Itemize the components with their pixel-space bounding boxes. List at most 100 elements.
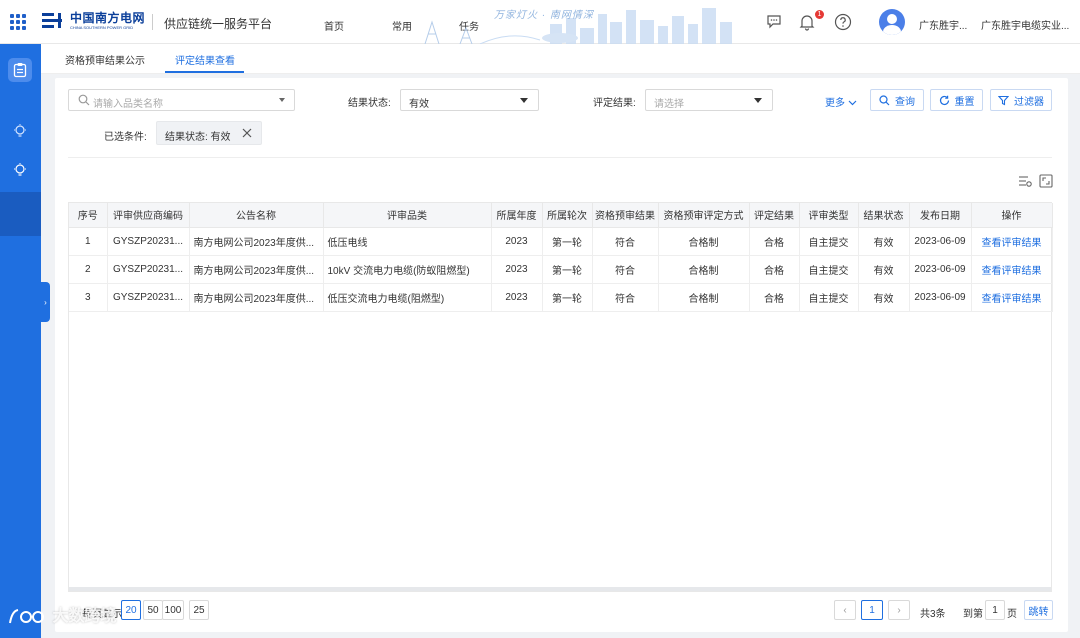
- column-header[interactable]: 资格预审结果: [592, 203, 659, 228]
- cell-result: 合格: [749, 283, 800, 312]
- prev-page-button[interactable]: ‹: [834, 600, 856, 620]
- column-header[interactable]: 评审供应商编码: [107, 203, 190, 228]
- reset-button[interactable]: 重置: [930, 89, 983, 111]
- cell-category: 10kV 交流电力电缆(防蚁阻燃型): [323, 255, 492, 284]
- cell-round: 第一轮: [542, 255, 593, 284]
- column-header[interactable]: 公告名称: [189, 203, 324, 228]
- view-result-link[interactable]: 查看评审结果: [971, 227, 1053, 256]
- table-row[interactable]: 3 GYSZP20231... 南方电网公司2023年度供... 低压交流电力电…: [69, 283, 1053, 312]
- view-result-link[interactable]: 查看评审结果: [971, 255, 1053, 284]
- jump-button[interactable]: 跳转: [1024, 600, 1053, 620]
- app-grid-icon[interactable]: [10, 14, 26, 30]
- cell-date: 2023-06-09: [909, 283, 972, 312]
- next-page-button[interactable]: ›: [888, 600, 910, 620]
- page-size-option[interactable]: 20: [121, 600, 141, 620]
- horizontal-scrollbar[interactable]: [69, 587, 1051, 591]
- status-filter-label: 结果状态:: [348, 98, 391, 109]
- results-table-container: 序号 评审供应商编码 公告名称 评审品类 所属年度 所属轮次 资格预审结果 资格…: [68, 202, 1053, 592]
- search-icon: [78, 94, 90, 109]
- search-placeholder: 请输入品类名称: [93, 99, 163, 110]
- logo-divider: [152, 14, 153, 30]
- cell-result: 合格: [749, 255, 800, 284]
- caret-down-icon: [754, 98, 762, 103]
- view-result-link[interactable]: 查看评审结果: [971, 283, 1053, 312]
- banner-slogan: 万家灯火 · 南网情深: [494, 10, 594, 21]
- close-icon[interactable]: [241, 127, 253, 142]
- filter-divider: [68, 157, 1052, 158]
- column-header[interactable]: 结果状态: [858, 203, 910, 228]
- help-icon[interactable]: [834, 13, 852, 34]
- sidebar-active-item[interactable]: [0, 192, 41, 236]
- column-header[interactable]: 评审品类: [323, 203, 492, 228]
- notification-badge: 1: [815, 10, 824, 19]
- search-icon: [879, 94, 890, 105]
- nav-common[interactable]: 常用: [392, 18, 412, 33]
- table-row[interactable]: 2 GYSZP20231... 南方电网公司2023年度供... 10kV 交流…: [69, 255, 1053, 284]
- column-header[interactable]: 发布日期: [909, 203, 972, 228]
- cell-year: 2023: [491, 227, 543, 256]
- table-row[interactable]: 1 GYSZP20231... 南方电网公司2023年度供... 低压电线 20…: [69, 227, 1053, 256]
- cell-prequal-result: 符合: [592, 227, 659, 256]
- chevron-right-icon: ›: [897, 604, 901, 616]
- page-unit: 页: [1007, 609, 1017, 620]
- column-settings-icon[interactable]: [1018, 174, 1032, 191]
- refresh-icon: [939, 95, 949, 105]
- page-size-option[interactable]: 25: [189, 600, 209, 620]
- column-header[interactable]: 操作: [971, 203, 1053, 228]
- top-bar: 中国南方电网 CHINA SOUTHERN POWER GRID 供应链统一服务…: [0, 0, 1080, 44]
- fullscreen-icon[interactable]: [1039, 174, 1053, 191]
- cell-notice-name: 南方电网公司2023年度供...: [189, 283, 324, 312]
- cell-method: 合格制: [658, 227, 750, 256]
- cell-prequal-result: 符合: [592, 283, 659, 312]
- results-table: 序号 评审供应商编码 公告名称 评审品类 所属年度 所属轮次 资格预审结果 资格…: [69, 203, 1053, 312]
- cell-review-type: 自主提交: [799, 227, 859, 256]
- platform-name: 供应链统一服务平台: [164, 17, 273, 31]
- sidebar-expand-toggle[interactable]: ›: [41, 282, 50, 322]
- column-header[interactable]: 序号: [69, 203, 108, 228]
- cell-review-type: 自主提交: [799, 255, 859, 284]
- user-name[interactable]: 广东胜宇...: [919, 17, 967, 32]
- column-header[interactable]: 评审类型: [799, 203, 859, 228]
- result-select[interactable]: 请选择: [645, 89, 773, 111]
- clipboard-icon[interactable]: [8, 58, 32, 82]
- filter-button[interactable]: 过滤器: [990, 89, 1052, 111]
- lightbulb-icon[interactable]: [8, 119, 32, 143]
- cell-date: 2023-06-09: [909, 227, 972, 256]
- column-header[interactable]: 所属年度: [491, 203, 543, 228]
- status-select[interactable]: 有效: [400, 89, 539, 111]
- watermark-logo-icon: [9, 608, 44, 623]
- tab-prequal-results[interactable]: 资格预审结果公示: [65, 52, 145, 67]
- goto-page-input[interactable]: 1: [985, 600, 1005, 620]
- caret-down-icon: [520, 98, 528, 103]
- logo-en-text: CHINA SOUTHERN POWER GRID: [70, 25, 134, 30]
- user-avatar[interactable]: [879, 9, 905, 35]
- tab-evaluation-results[interactable]: 评定结果查看: [175, 52, 235, 67]
- cell-date: 2023-06-09: [909, 255, 972, 284]
- chevron-down-icon: [848, 100, 857, 106]
- page-size-option[interactable]: 100: [162, 600, 184, 620]
- cell-round: 第一轮: [542, 227, 593, 256]
- lightbulb-active-icon[interactable]: [8, 158, 32, 182]
- cell-method: 合格制: [658, 255, 750, 284]
- query-button[interactable]: 查询: [870, 89, 924, 111]
- condition-chip: 结果状态: 有效: [156, 121, 262, 145]
- left-sidebar: [0, 44, 41, 638]
- logo-mark-icon: [42, 11, 66, 31]
- funnel-icon: [998, 95, 1009, 105]
- header-banner: 万家灯火 · 南网情深: [420, 0, 750, 44]
- bell-icon[interactable]: [799, 13, 815, 34]
- message-icon[interactable]: [766, 13, 782, 32]
- chevron-left-icon: ‹: [843, 604, 847, 616]
- company-logo[interactable]: 中国南方电网 CHINA SOUTHERN POWER GRID: [42, 11, 145, 31]
- column-header[interactable]: 资格预审评定方式: [658, 203, 750, 228]
- nav-home[interactable]: 首页: [324, 18, 344, 33]
- column-header[interactable]: 所属轮次: [542, 203, 593, 228]
- page-number-button[interactable]: 1: [861, 600, 883, 620]
- cell-notice-name: 南方电网公司2023年度供...: [189, 255, 324, 284]
- page-size-option[interactable]: 50: [143, 600, 163, 620]
- result-filter-label: 评定结果:: [593, 98, 636, 109]
- column-header[interactable]: 评定结果: [749, 203, 800, 228]
- more-filters-link[interactable]: 更多: [825, 94, 857, 109]
- category-search-input[interactable]: 请输入品类名称: [68, 89, 295, 111]
- company-name[interactable]: 广东胜宇电缆实业...: [981, 17, 1069, 32]
